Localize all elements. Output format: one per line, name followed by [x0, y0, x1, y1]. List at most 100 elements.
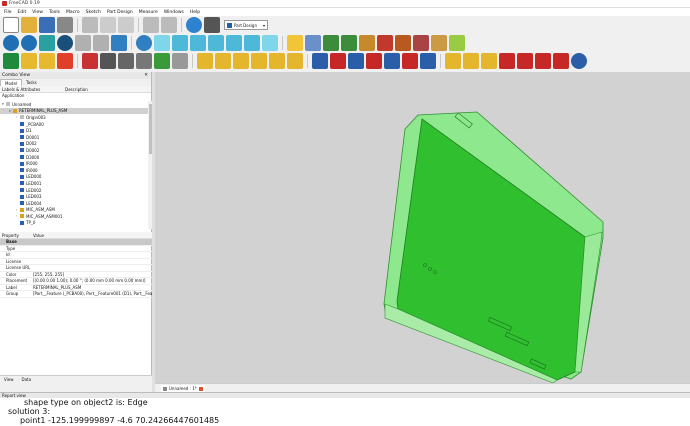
tab-data[interactable]: Data: [18, 376, 36, 383]
tree-item[interactable]: IR000: [0, 167, 148, 174]
save-icon[interactable]: [39, 17, 55, 33]
cut-icon[interactable]: [82, 17, 98, 33]
tree-item[interactable]: ▾ Unnamed: [0, 101, 148, 108]
open-file-icon[interactable]: [21, 17, 37, 33]
close-tab-icon[interactable]: [198, 386, 203, 391]
close-icon[interactable]: ✕: [144, 73, 148, 78]
fit-selection-icon[interactable]: [21, 35, 37, 51]
menu-macro[interactable]: Macro: [66, 10, 80, 15]
revolution-icon[interactable]: [215, 53, 231, 69]
boolean-icon[interactable]: [571, 53, 587, 69]
tree-item[interactable]: D1: [0, 127, 148, 134]
property-value[interactable]: [Part__Feature (_PCBA00), Part__Feature0…: [33, 291, 152, 296]
tree-item[interactable]: D0002: [0, 147, 148, 154]
refresh-icon[interactable]: [186, 17, 202, 33]
fillet-icon[interactable]: [499, 53, 515, 69]
menu-edit[interactable]: Edit: [18, 10, 27, 15]
redo-icon[interactable]: [161, 17, 177, 33]
right-view-icon[interactable]: [190, 35, 206, 51]
draft-icon[interactable]: [535, 53, 551, 69]
polar-pattern-icon[interactable]: [481, 53, 497, 69]
local-cs-icon[interactable]: [136, 53, 152, 69]
property-value[interactable]: RETERMINAL_PLUS_ASM: [33, 285, 152, 290]
additive-primitive-icon[interactable]: [287, 53, 303, 69]
tree-item[interactable]: › MIC_ASM_ASM001: [0, 213, 148, 220]
fit-all-icon[interactable]: [3, 35, 19, 51]
link-icon[interactable]: [323, 35, 339, 51]
sync-view-icon[interactable]: [111, 35, 127, 51]
mirrored-icon[interactable]: [445, 53, 461, 69]
tree-item[interactable]: LED002: [0, 187, 148, 194]
menu-tools[interactable]: Tools: [49, 10, 60, 15]
datum-line-icon[interactable]: [100, 53, 116, 69]
tree-item[interactable]: _PCBA00: [0, 121, 148, 128]
menu-file[interactable]: File: [4, 10, 12, 15]
additive-helix-icon[interactable]: [269, 53, 285, 69]
copy-icon[interactable]: [100, 17, 116, 33]
tree-item[interactable]: LED001: [0, 180, 148, 187]
tree-item[interactable]: ▾ RETERMINAL_PLUS_ASM: [0, 107, 148, 115]
tree-item[interactable]: D3000: [0, 154, 148, 161]
workbench-selector[interactable]: Part Design ▾: [224, 20, 268, 30]
measure-delta-icon[interactable]: [431, 35, 447, 51]
subtractive-pipe-icon[interactable]: [384, 53, 400, 69]
tree-item[interactable]: LED000: [0, 174, 148, 181]
forward-arrow-icon[interactable]: [93, 35, 109, 51]
menu-help[interactable]: Help: [190, 10, 200, 15]
map-sketch-icon[interactable]: [57, 53, 73, 69]
hole-icon[interactable]: [330, 53, 346, 69]
print-icon[interactable]: [57, 17, 73, 33]
subtractive-primitive-icon[interactable]: [420, 53, 436, 69]
tab-model[interactable]: Model: [0, 79, 23, 86]
rear-view-icon[interactable]: [208, 35, 224, 51]
tree-item[interactable]: › MIC_ASM_ASM: [0, 207, 148, 214]
measure-distance-icon[interactable]: [359, 35, 375, 51]
left-view-icon[interactable]: [244, 35, 260, 51]
menu-view[interactable]: View: [32, 10, 43, 15]
report-view[interactable]: shape type on object2 is: Edge solution …: [0, 398, 690, 426]
tab-tasks[interactable]: Tasks: [22, 79, 41, 86]
thickness-icon[interactable]: [553, 53, 569, 69]
property-row[interactable]: Group [Part__Feature (_PCBA00), Part__Fea…: [0, 291, 152, 298]
property-value[interactable]: [255, 255, 255]: [33, 272, 152, 277]
datum-plane-icon[interactable]: [118, 53, 134, 69]
column-description[interactable]: Description: [65, 87, 88, 92]
datum-point-icon[interactable]: [82, 53, 98, 69]
additive-loft-icon[interactable]: [233, 53, 249, 69]
tree-item[interactable]: IR000: [0, 160, 148, 167]
whats-this-icon[interactable]: [204, 17, 220, 33]
groove-icon[interactable]: [348, 53, 364, 69]
tree-item[interactable]: D002: [0, 141, 148, 148]
back-arrow-icon[interactable]: [75, 35, 91, 51]
measure-3d-icon[interactable]: [449, 35, 465, 51]
3d-viewport[interactable]: [155, 72, 690, 384]
link-actions-icon[interactable]: [341, 35, 357, 51]
box-zoom-icon[interactable]: [262, 35, 278, 51]
shape-binder-icon[interactable]: [154, 53, 170, 69]
top-view-icon[interactable]: [172, 35, 188, 51]
paste-icon[interactable]: [118, 17, 134, 33]
menu-part-design[interactable]: Part Design: [107, 10, 133, 15]
bottom-view-icon[interactable]: [226, 35, 242, 51]
create-sketch-icon[interactable]: [21, 53, 37, 69]
new-file-icon[interactable]: [3, 17, 19, 33]
part-icon[interactable]: [287, 35, 303, 51]
menu-measure[interactable]: Measure: [139, 10, 158, 15]
document-tab[interactable]: Unnamed : 1*: [161, 385, 205, 392]
front-view-icon[interactable]: [154, 35, 170, 51]
validate-sketch-icon[interactable]: [39, 53, 55, 69]
measure-toggle-icon[interactable]: [413, 35, 429, 51]
stereo-icon[interactable]: [57, 35, 73, 51]
column-labels[interactable]: Labels & Attributes: [0, 87, 65, 92]
group-folder-icon[interactable]: [305, 35, 321, 51]
clone-icon[interactable]: [172, 53, 188, 69]
measure-clear-icon[interactable]: [395, 35, 411, 51]
create-body-icon[interactable]: [3, 53, 19, 69]
tree-item[interactable]: LED003: [0, 193, 148, 200]
menu-sketch[interactable]: Sketch: [86, 10, 101, 15]
pad-icon[interactable]: [197, 53, 213, 69]
draw-style-icon[interactable]: [39, 35, 55, 51]
additive-pipe-icon[interactable]: [251, 53, 267, 69]
property-value[interactable]: [(0.00 0.00 1.00); 0.00 °; (0.00 mm 0.00…: [33, 278, 152, 283]
measure-angle-icon[interactable]: [377, 35, 393, 51]
